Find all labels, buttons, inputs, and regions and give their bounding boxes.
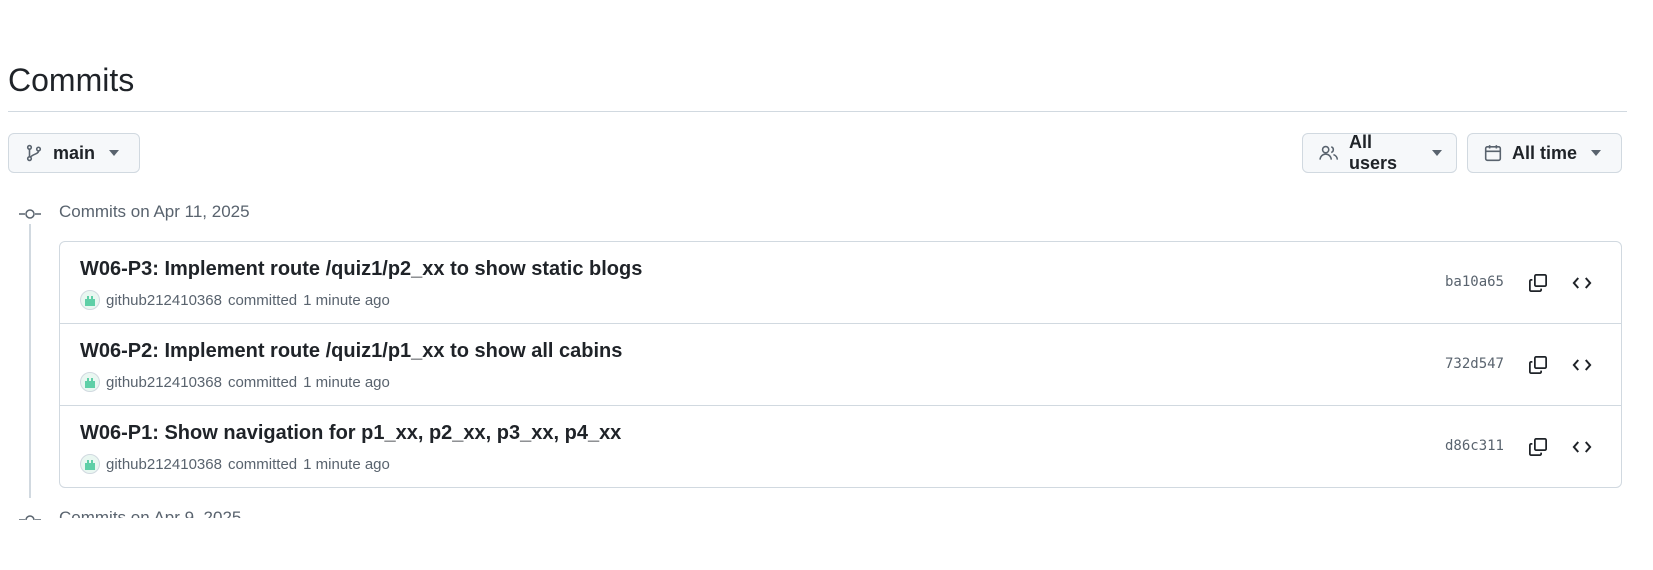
commit-author-link[interactable]: github212410368: [106, 292, 222, 309]
copy-icon: [1529, 274, 1547, 292]
commit-author-link[interactable]: github212410368: [106, 374, 222, 391]
copy-icon: [1529, 356, 1547, 374]
commit-group-heading: Commits on Apr 9, 2025: [59, 508, 242, 527]
avatar[interactable]: [80, 290, 100, 310]
commit-sha-link[interactable]: d86c311: [1445, 438, 1504, 454]
commit-author-link[interactable]: github212410368: [106, 456, 222, 473]
commit-list: W06-P3: Implement route /quiz1/p2_xx to …: [59, 241, 1622, 488]
commit-group-heading: Commits on Apr 11, 2025: [59, 202, 250, 221]
branch-label: main: [53, 142, 96, 163]
commit-action: committed: [227, 455, 298, 473]
commit-time: 1 minute ago: [303, 455, 390, 473]
copy-sha-button[interactable]: [1523, 432, 1553, 462]
commit-title-link[interactable]: W06-P3: Implement route /quiz1/p2_xx to …: [80, 256, 642, 282]
commit-action: committed: [227, 291, 298, 309]
commit-row: W06-P2: Implement route /quiz1/p1_xx to …: [60, 323, 1621, 405]
browse-repo-button[interactable]: [1567, 350, 1597, 380]
avatar[interactable]: [80, 372, 100, 392]
users-filter-label: All users: [1349, 132, 1398, 173]
commit-meta: github212410368 committed 1 minute ago: [80, 372, 390, 392]
time-filter-button[interactable]: All time: [1467, 133, 1622, 173]
commit-meta: github212410368 committed 1 minute ago: [80, 290, 390, 310]
commit-row: W06-P3: Implement route /quiz1/p2_xx to …: [60, 242, 1621, 323]
commit-title-link[interactable]: W06-P2: Implement route /quiz1/p1_xx to …: [80, 338, 622, 364]
git-branch-icon: [26, 144, 42, 162]
commit-sha-link[interactable]: ba10a65: [1445, 274, 1504, 290]
copy-sha-button[interactable]: [1523, 350, 1553, 380]
code-icon: [1572, 359, 1592, 371]
git-commit-icon: [19, 209, 41, 219]
browse-repo-button[interactable]: [1567, 432, 1597, 462]
code-icon: [1572, 441, 1592, 453]
commit-title-link[interactable]: W06-P1: Show navigation for p1_xx, p2_xx…: [80, 420, 621, 446]
code-icon: [1572, 277, 1592, 289]
calendar-icon: [1484, 145, 1502, 162]
time-filter-label: All time: [1512, 142, 1578, 163]
users-filter-button[interactable]: All users: [1302, 132, 1457, 173]
avatar[interactable]: [80, 454, 100, 474]
timeline-line: [29, 224, 31, 498]
browse-repo-button[interactable]: [1567, 268, 1597, 298]
title-divider: [8, 111, 1627, 112]
commit-time: 1 minute ago: [303, 291, 390, 309]
page-title: Commits: [8, 62, 135, 98]
copy-sha-button[interactable]: [1523, 268, 1553, 298]
git-commit-icon: [19, 514, 41, 526]
chevron-down-icon: [1432, 150, 1442, 156]
commit-row: W06-P1: Show navigation for p1_xx, p2_xx…: [60, 405, 1621, 487]
chevron-down-icon: [109, 150, 120, 156]
commit-time: 1 minute ago: [303, 373, 390, 391]
commit-meta: github212410368 committed 1 minute ago: [80, 454, 390, 474]
commit-sha-link[interactable]: 732d547: [1445, 356, 1504, 372]
commit-action: committed: [227, 373, 298, 391]
branch-selector-button[interactable]: main: [8, 133, 140, 173]
copy-icon: [1529, 438, 1547, 456]
chevron-down-icon: [1591, 150, 1602, 156]
people-icon: [1319, 145, 1339, 160]
